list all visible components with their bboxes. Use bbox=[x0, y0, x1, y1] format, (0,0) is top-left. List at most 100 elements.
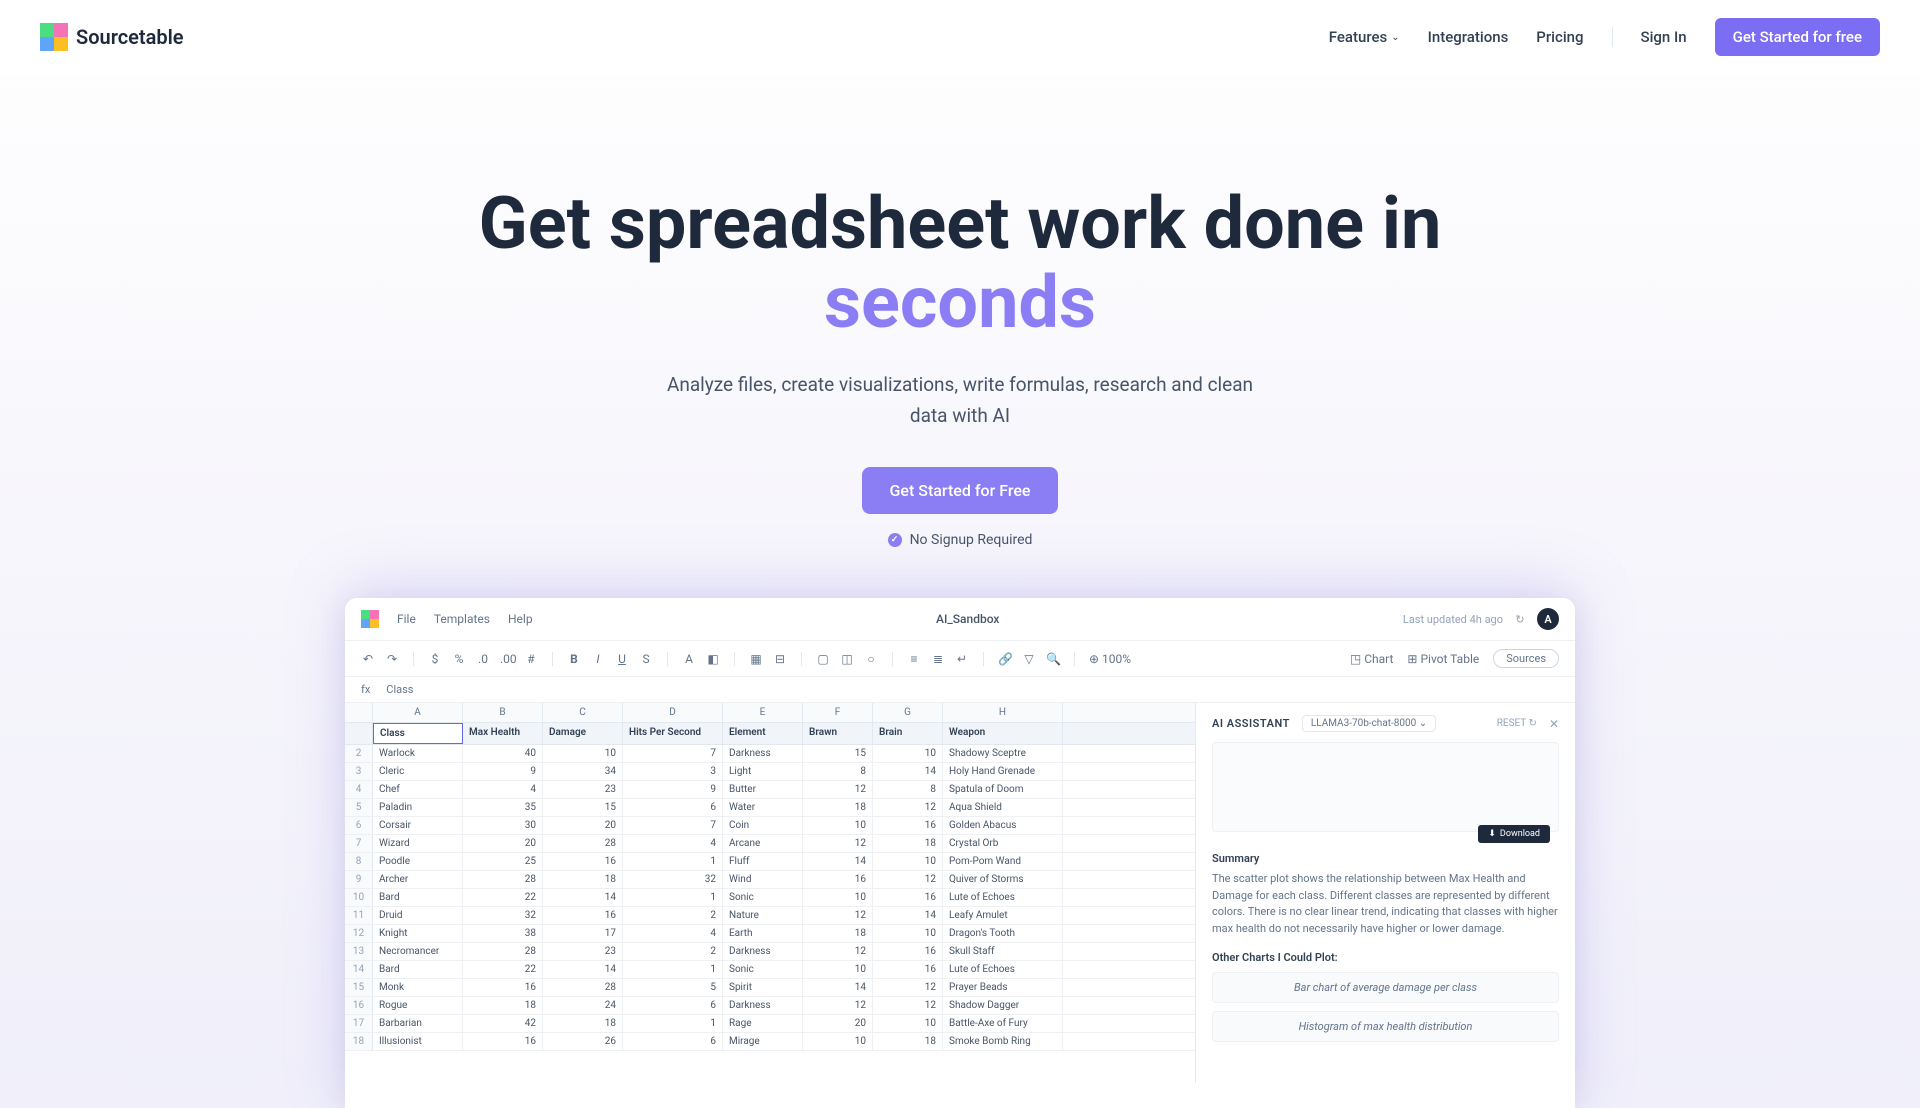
table-row[interactable]: 2Warlock40107Darkness1510Shadowy Sceptre bbox=[345, 745, 1195, 763]
cell[interactable]: 18 bbox=[803, 925, 873, 942]
cell[interactable]: Poodle bbox=[373, 853, 463, 870]
decimal-increase-icon[interactable]: .00 bbox=[500, 652, 514, 666]
cell[interactable]: 12 bbox=[803, 943, 873, 960]
row-number[interactable]: 10 bbox=[345, 889, 373, 906]
field-header[interactable]: Class bbox=[373, 723, 463, 744]
cell[interactable]: 9 bbox=[623, 781, 723, 798]
cell[interactable]: 40 bbox=[463, 745, 543, 762]
nav-features[interactable]: Features⌄ bbox=[1329, 28, 1400, 46]
cell[interactable]: Bard bbox=[373, 889, 463, 906]
cell[interactable]: 30 bbox=[463, 817, 543, 834]
cell[interactable]: 1 bbox=[623, 853, 723, 870]
menu-help[interactable]: Help bbox=[508, 612, 533, 626]
column-letter[interactable]: F bbox=[803, 703, 873, 722]
table-row[interactable]: 5Paladin35156Water1812Aqua Shield bbox=[345, 799, 1195, 817]
cell[interactable]: 6 bbox=[623, 799, 723, 816]
row-number[interactable]: 7 bbox=[345, 835, 373, 852]
cell[interactable]: 32 bbox=[463, 907, 543, 924]
percent-icon[interactable]: % bbox=[452, 652, 466, 666]
cell[interactable]: Crystal Orb bbox=[943, 835, 1063, 852]
cell[interactable]: 16 bbox=[873, 889, 943, 906]
cell[interactable]: 16 bbox=[463, 979, 543, 996]
column-letter[interactable] bbox=[345, 703, 373, 722]
formula-value[interactable]: Class bbox=[386, 683, 413, 696]
cell[interactable]: 6 bbox=[623, 997, 723, 1014]
cell[interactable]: 16 bbox=[543, 907, 623, 924]
table-row[interactable]: 16Rogue18246Darkness1212Shadow Dagger bbox=[345, 997, 1195, 1015]
cell[interactable]: 28 bbox=[543, 835, 623, 852]
chart-suggestion[interactable]: Bar chart of average damage per class bbox=[1212, 972, 1559, 1003]
cell[interactable]: 5 bbox=[623, 979, 723, 996]
field-header[interactable]: Brawn bbox=[803, 723, 873, 744]
link-icon[interactable]: 🔗 bbox=[998, 652, 1012, 666]
row-number[interactable]: 17 bbox=[345, 1015, 373, 1032]
currency-icon[interactable]: $ bbox=[428, 652, 442, 666]
cell[interactable]: 32 bbox=[623, 871, 723, 888]
cell[interactable]: 2 bbox=[623, 943, 723, 960]
column-letter[interactable]: G bbox=[873, 703, 943, 722]
hero-cta-button[interactable]: Get Started for Free bbox=[862, 467, 1059, 514]
table-row[interactable]: 18Illusionist16266Mirage1018Smoke Bomb R… bbox=[345, 1033, 1195, 1051]
cell[interactable]: Spirit bbox=[723, 979, 803, 996]
zoom-level[interactable]: ⊕ 100% bbox=[1089, 652, 1131, 666]
cell[interactable]: Archer bbox=[373, 871, 463, 888]
chart-icon[interactable]: ◫ bbox=[840, 652, 854, 666]
cell[interactable]: Aqua Shield bbox=[943, 799, 1063, 816]
field-header[interactable]: Element bbox=[723, 723, 803, 744]
cell[interactable]: Pom-Pom Wand bbox=[943, 853, 1063, 870]
table-row[interactable]: 7Wizard20284Arcane1218Crystal Orb bbox=[345, 835, 1195, 853]
cell[interactable]: 10 bbox=[803, 817, 873, 834]
cell[interactable]: 14 bbox=[543, 889, 623, 906]
wrap-icon[interactable]: ↵ bbox=[955, 652, 969, 666]
logo[interactable]: Sourcetable bbox=[40, 23, 184, 51]
cell[interactable]: 12 bbox=[873, 997, 943, 1014]
chart-suggestion[interactable]: Histogram of max health distribution bbox=[1212, 1011, 1559, 1042]
cell[interactable]: 18 bbox=[543, 1015, 623, 1032]
image-icon[interactable]: ▢ bbox=[816, 652, 830, 666]
cell[interactable]: 1 bbox=[623, 1015, 723, 1032]
cell[interactable]: 12 bbox=[803, 997, 873, 1014]
cell[interactable]: Paladin bbox=[373, 799, 463, 816]
cell[interactable]: 10 bbox=[873, 745, 943, 762]
cell[interactable]: 16 bbox=[543, 853, 623, 870]
table-row[interactable]: 9Archer281832Wind1612Quiver of Storms bbox=[345, 871, 1195, 889]
cell[interactable]: 15 bbox=[543, 799, 623, 816]
cell[interactable]: 6 bbox=[623, 1033, 723, 1050]
cell[interactable]: 12 bbox=[873, 871, 943, 888]
avatar[interactable]: A bbox=[1537, 608, 1559, 630]
cell[interactable]: 10 bbox=[803, 961, 873, 978]
table-row[interactable]: 12Knight38174Earth1810Dragon's Tooth bbox=[345, 925, 1195, 943]
cell[interactable]: 38 bbox=[463, 925, 543, 942]
cell[interactable]: 12 bbox=[873, 979, 943, 996]
cell[interactable]: Monk bbox=[373, 979, 463, 996]
cell[interactable]: Illusionist bbox=[373, 1033, 463, 1050]
field-header[interactable]: Damage bbox=[543, 723, 623, 744]
row-number[interactable]: 11 bbox=[345, 907, 373, 924]
cell[interactable]: 10 bbox=[543, 745, 623, 762]
underline-icon[interactable]: U bbox=[615, 652, 629, 666]
cell[interactable]: 1 bbox=[623, 961, 723, 978]
cell[interactable]: 14 bbox=[803, 979, 873, 996]
cell[interactable]: 18 bbox=[873, 1033, 943, 1050]
column-letter[interactable]: H bbox=[943, 703, 1063, 722]
cell[interactable]: 7 bbox=[623, 817, 723, 834]
cell[interactable]: Dragon's Tooth bbox=[943, 925, 1063, 942]
cell[interactable]: Arcane bbox=[723, 835, 803, 852]
cell[interactable]: 16 bbox=[873, 943, 943, 960]
cell[interactable]: 34 bbox=[543, 763, 623, 780]
cell[interactable]: Holy Hand Grenade bbox=[943, 763, 1063, 780]
cell[interactable]: 22 bbox=[463, 961, 543, 978]
field-header[interactable]: Max Health bbox=[463, 723, 543, 744]
cell[interactable]: 16 bbox=[463, 1033, 543, 1050]
cell[interactable]: 20 bbox=[543, 817, 623, 834]
field-header[interactable]: Brain bbox=[873, 723, 943, 744]
column-letter[interactable]: A bbox=[373, 703, 463, 722]
cell[interactable]: Mirage bbox=[723, 1033, 803, 1050]
cell[interactable]: 12 bbox=[803, 835, 873, 852]
cell[interactable]: 18 bbox=[543, 871, 623, 888]
cell[interactable]: 18 bbox=[463, 997, 543, 1014]
menu-file[interactable]: File bbox=[397, 612, 416, 626]
table-row[interactable]: 8Poodle25161Fluff1410Pom-Pom Wand bbox=[345, 853, 1195, 871]
cell[interactable]: 14 bbox=[873, 763, 943, 780]
cell[interactable]: Coin bbox=[723, 817, 803, 834]
